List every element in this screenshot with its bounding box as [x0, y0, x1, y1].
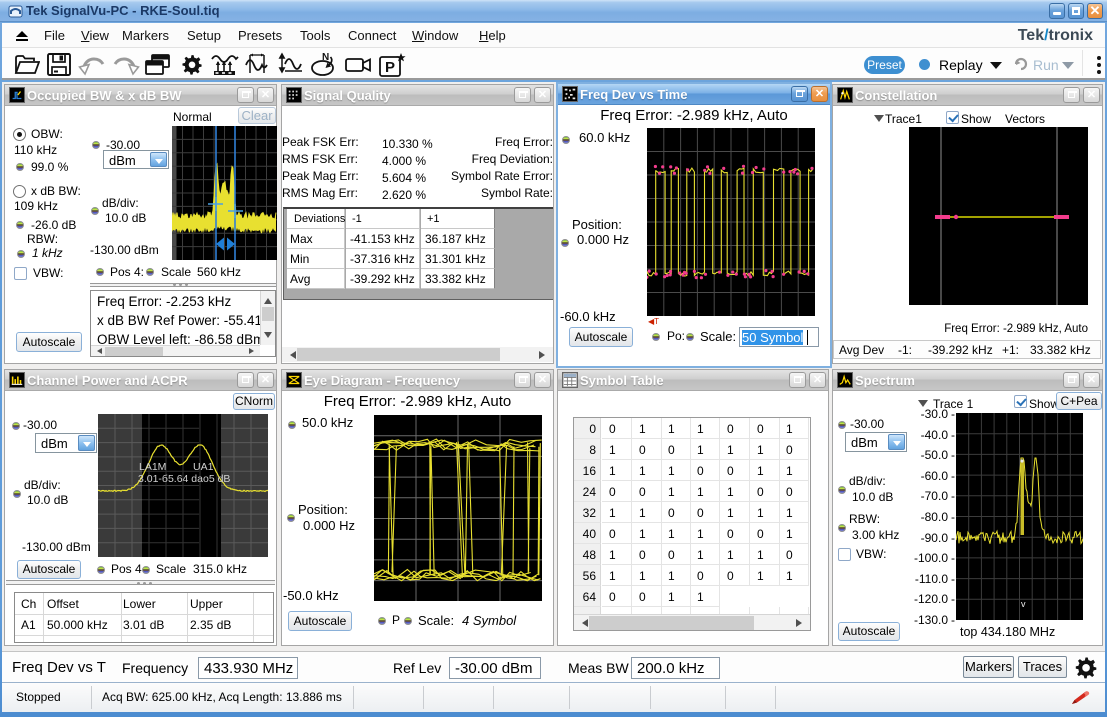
svg-text:v: v	[1021, 599, 1026, 609]
svg-text:3.01-б5.64 dао5 dB: 3.01-б5.64 dао5 dB	[138, 473, 230, 485]
svg-text:UA1: UA1	[193, 461, 214, 473]
svg-text:LA1M: LA1M	[139, 461, 166, 473]
svg-text:N: N	[322, 52, 329, 63]
svg-text:P: P	[385, 59, 395, 76]
